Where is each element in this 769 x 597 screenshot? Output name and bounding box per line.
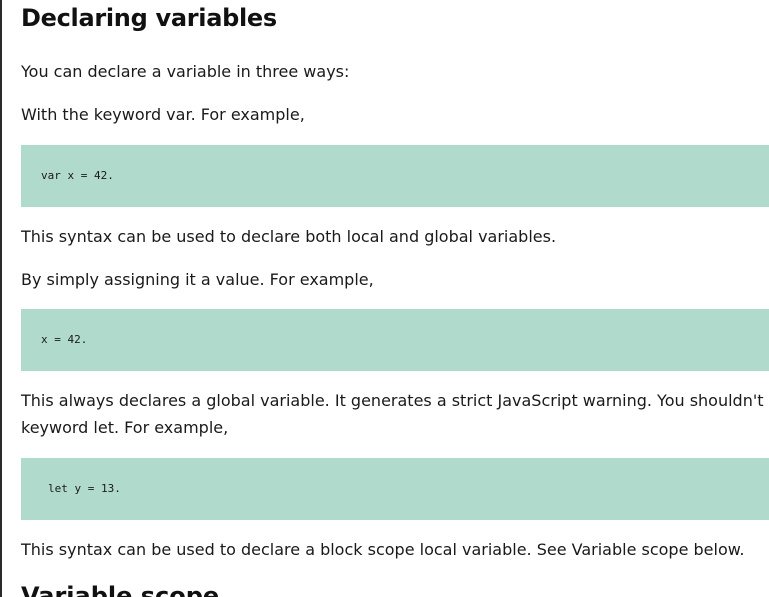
code-block-var: var x = 42. (21, 145, 769, 207)
let-note-paragraph: This syntax can be used to declare a blo… (21, 540, 745, 559)
assign-intro-paragraph: By simply assigning it a value. For exam… (21, 270, 374, 289)
assign-note-paragraph: This always declares a global variable. … (21, 387, 769, 441)
code-let: let y = 13. (48, 482, 121, 495)
intro-paragraph: You can declare a variable in three ways… (21, 62, 350, 81)
code-block-assign: x = 42. (21, 309, 769, 371)
code-var: var x = 42. (41, 169, 114, 182)
code-block-let: let y = 13. (21, 458, 769, 520)
assign-note-line2: keyword let. For example, (21, 418, 229, 437)
var-intro-paragraph: With the keyword var. For example, (21, 105, 305, 124)
left-border-rule (0, 0, 2, 597)
section-heading: Declaring variables (21, 4, 277, 32)
var-note-paragraph: This syntax can be used to declare both … (21, 227, 557, 246)
assign-note-line1: This always declares a global variable. … (21, 391, 769, 410)
next-section-heading: Variable scope (21, 582, 220, 597)
code-assign: x = 42. (41, 333, 88, 346)
